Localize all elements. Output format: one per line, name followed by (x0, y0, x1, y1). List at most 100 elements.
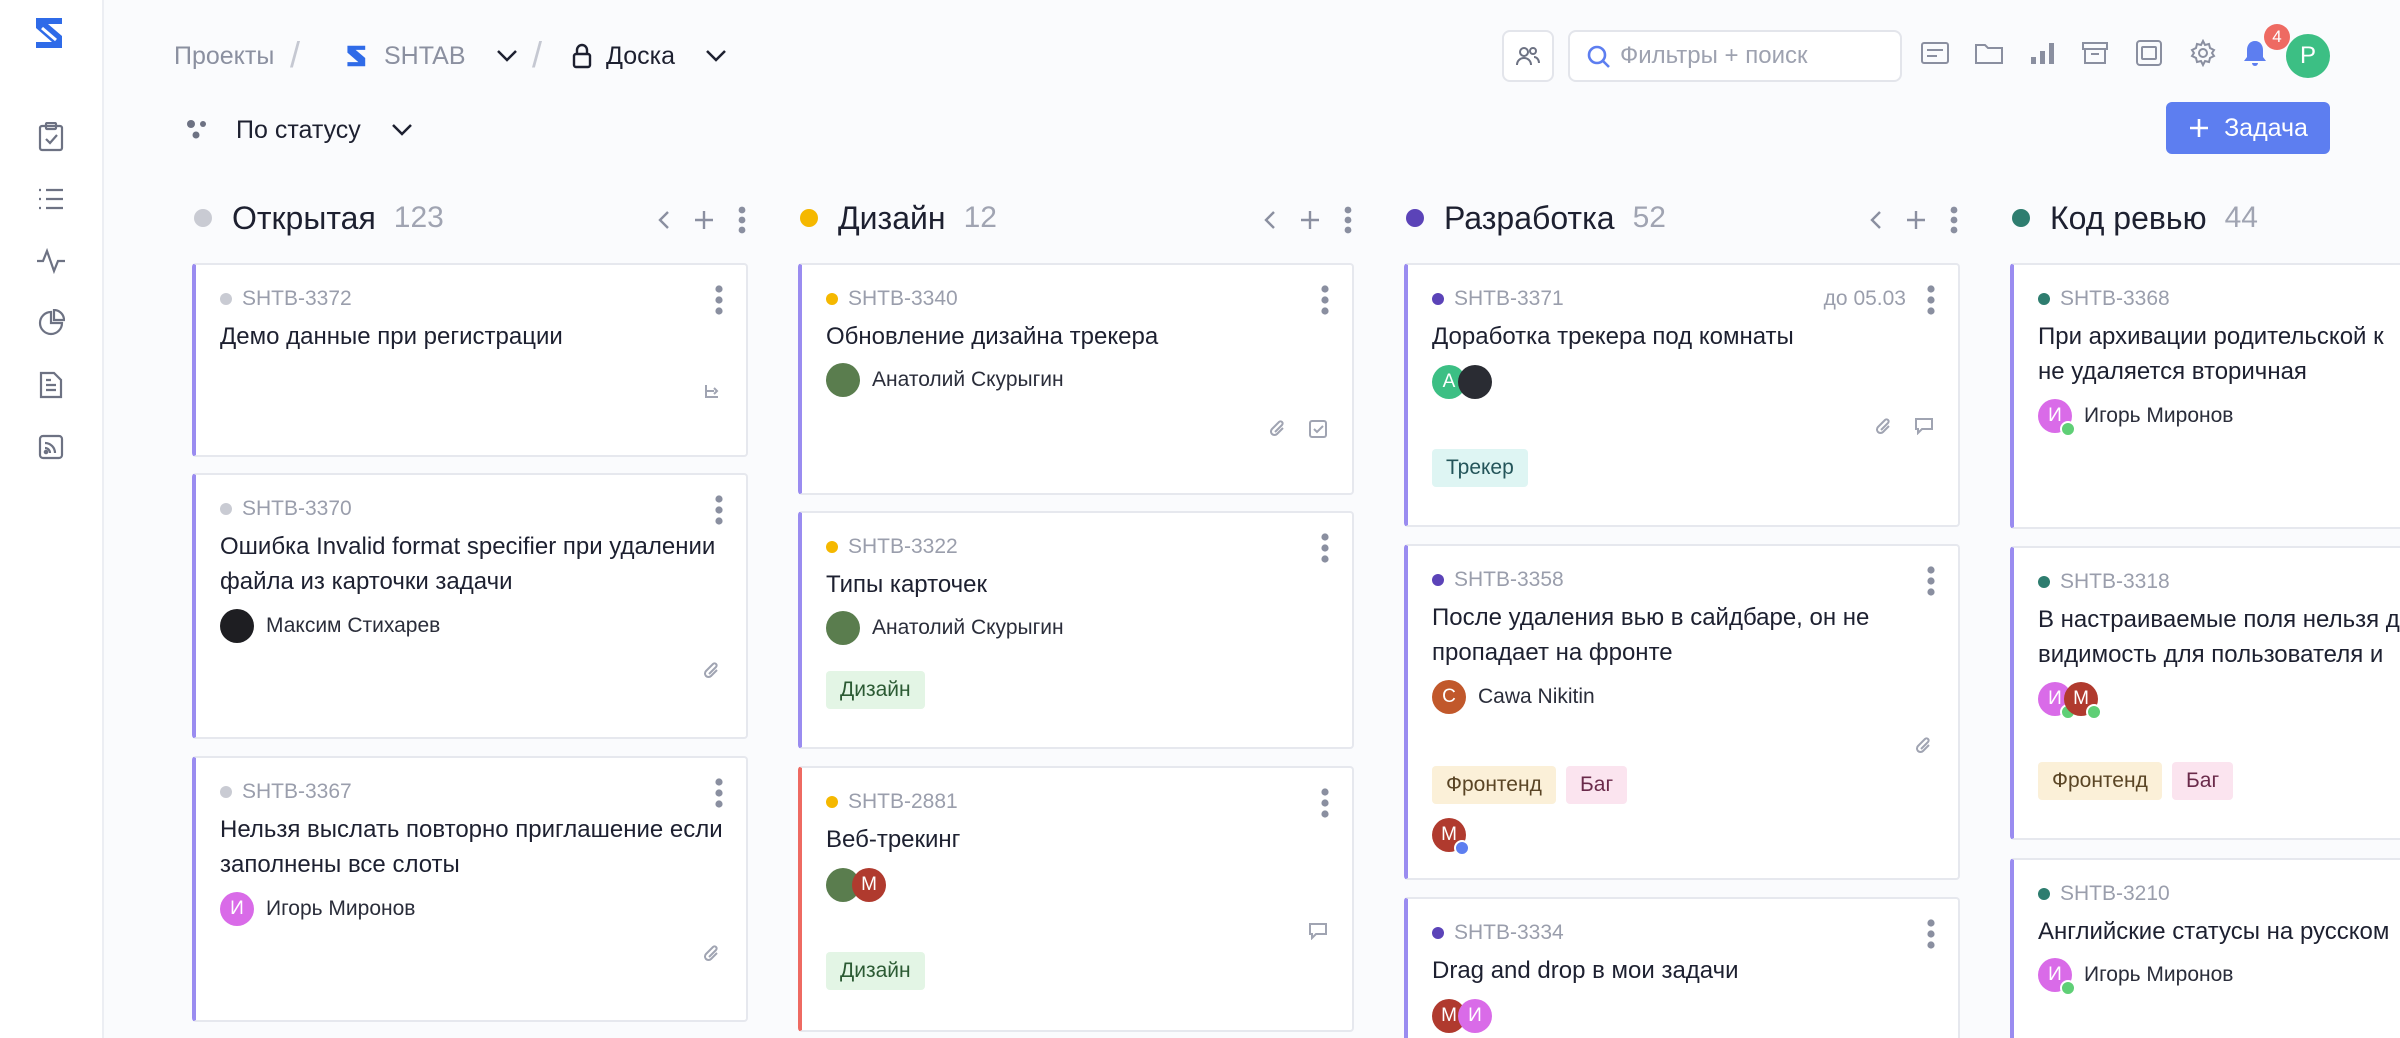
board-name: Доска (606, 41, 676, 70)
collapse-icon[interactable] (658, 210, 670, 230)
task-card[interactable]: SHTB-2881 Веб-трекинг М Дизайн (798, 766, 1354, 1032)
column-count: 12 (963, 201, 997, 234)
more-icon[interactable] (714, 285, 724, 315)
members-button[interactable] (1502, 30, 1554, 82)
add-task-label: Задача (2224, 113, 2308, 142)
task-card[interactable]: SHTB-3367 Нельзя выслать повторно пригла… (192, 756, 748, 1022)
more-icon[interactable] (1926, 919, 1936, 949)
group-icon (186, 119, 212, 141)
chevron-down-icon[interactable] (496, 49, 518, 63)
comment-icon (1308, 922, 1328, 940)
plus-icon[interactable] (1300, 210, 1320, 230)
task-title: Нельзя выслать повторно приглашение если… (220, 816, 723, 878)
collapse-icon[interactable] (1870, 210, 1882, 230)
column-header: Открытая 123 (194, 196, 444, 240)
group-by-selector[interactable]: По статусу (186, 110, 413, 150)
column-title: Код ревью (2050, 199, 2207, 236)
tag[interactable]: Дизайн (826, 952, 925, 990)
plus-icon[interactable] (694, 210, 714, 230)
more-icon[interactable] (714, 778, 724, 808)
collapse-icon[interactable] (1264, 210, 1276, 230)
assignee-name: Игорь Миронов (2084, 963, 2234, 986)
assignee: И Игорь Миронов (220, 892, 415, 926)
attachment-icon (1268, 419, 1288, 439)
column-header: Дизайн 12 (800, 196, 997, 240)
reports-icon[interactable] (34, 306, 68, 340)
assignee: Анатолий Скурыгин (826, 363, 1064, 397)
more-icon[interactable] (1950, 206, 1958, 234)
assignees: М (826, 868, 886, 902)
comment-icon (1914, 417, 1934, 437)
assignees: И М (2038, 682, 2102, 720)
feed-icon[interactable] (34, 430, 68, 464)
tasks-icon[interactable] (34, 120, 68, 154)
task-card[interactable]: SHTB-3334 Drag and drop в мои задачи М И (1404, 897, 1960, 1038)
list-view-icon[interactable] (1918, 36, 1952, 70)
avatar: М (1432, 818, 1470, 856)
task-title-line: видимость для пользователя и (2038, 641, 2384, 668)
task-card[interactable]: SHTB-3358 После удаления вью в сайдбаре,… (1404, 544, 1960, 880)
document-icon[interactable] (34, 368, 68, 402)
assignee-name: Cawa Nikitin (1478, 685, 1595, 708)
more-icon[interactable] (1926, 285, 1936, 315)
folder-icon[interactable] (1972, 36, 2006, 70)
breadcrumb-board[interactable]: Доска (572, 36, 727, 76)
task-key: SHTB-3371 (1454, 287, 1564, 310)
more-icon[interactable] (1926, 566, 1936, 596)
search-input[interactable]: Фильтры + поиск (1568, 30, 1902, 82)
chevron-down-icon (391, 123, 413, 137)
more-icon[interactable] (1320, 285, 1330, 315)
lock-icon (572, 43, 592, 69)
tag[interactable]: Дизайн (826, 671, 925, 709)
task-key: SHTB-3334 (1454, 921, 1564, 944)
tag[interactable]: Трекер (1432, 449, 1528, 487)
assignee: И Игорь Миронов (2038, 399, 2233, 437)
assignees: М И (1432, 999, 1492, 1033)
task-key: SHTB-3358 (1454, 568, 1564, 591)
column-controls (1264, 200, 1352, 240)
task-card[interactable]: SHTB-3371 до 05.03 Доработка трекера под… (1404, 263, 1960, 527)
more-icon[interactable] (1320, 533, 1330, 563)
tag[interactable]: Фронтенд (1432, 766, 1556, 804)
assignee-name: Анатолий Скурыгин (872, 368, 1064, 391)
avatar: М (852, 868, 886, 902)
activity-icon[interactable] (34, 244, 68, 278)
tag[interactable]: Баг (2172, 762, 2234, 800)
task-title: Веб-трекинг (826, 826, 961, 853)
task-card[interactable]: SHTB-3372 Демо данные при регистрации (192, 263, 748, 457)
chart-icon[interactable] (2026, 36, 2060, 70)
list-icon[interactable] (34, 182, 68, 216)
task-card[interactable]: SHTB-3322 Типы карточек Анатолий Скурыги… (798, 511, 1354, 749)
task-card[interactable]: SHTB-3340 Обновление дизайна трекера Ана… (798, 263, 1354, 495)
tag[interactable]: Баг (1566, 766, 1628, 804)
archive-icon[interactable] (2078, 36, 2112, 70)
due-date: до 05.03 (1823, 287, 1906, 310)
more-icon[interactable] (738, 206, 746, 234)
add-task-button[interactable]: Задача (2166, 102, 2330, 154)
task-title-line: не удаляется вторичная (2038, 358, 2307, 385)
more-icon[interactable] (1344, 206, 1352, 234)
breadcrumb-project[interactable]: SHTAB (344, 36, 518, 76)
task-card[interactable]: SHTB-3368 При архивации родительской к н… (2010, 263, 2400, 529)
subtask-icon (702, 383, 722, 403)
tag[interactable]: Фронтенд (2038, 762, 2162, 800)
task-card[interactable]: SHTB-3370 Ошибка Invalid format specifie… (192, 473, 748, 739)
breadcrumb-projects[interactable]: Проекты (174, 36, 274, 76)
more-icon[interactable] (714, 495, 724, 525)
more-icon[interactable] (1320, 788, 1330, 818)
gear-icon[interactable] (2186, 36, 2220, 70)
avatar (220, 609, 254, 643)
column-header: Код ревью 44 (2012, 196, 2258, 240)
avatar: И (1458, 999, 1492, 1033)
task-title: После удаления вью в сайдбаре, он не про… (1432, 604, 1870, 666)
plus-icon[interactable] (1906, 210, 1926, 230)
column-title: Дизайн (838, 199, 946, 236)
users-icon (1515, 45, 1541, 67)
user-avatar[interactable]: P (2286, 34, 2330, 78)
task-card[interactable]: SHTB-3210 Английские статусы на русском … (2010, 858, 2400, 1038)
window-icon[interactable] (2132, 36, 2166, 70)
column-header: Разработка 52 (1406, 196, 1666, 240)
logo-icon[interactable] (32, 14, 72, 54)
task-card[interactable]: SHTB-3318 В настраиваемые поля нельзя д … (2010, 546, 2400, 840)
chevron-down-icon[interactable] (705, 49, 727, 63)
